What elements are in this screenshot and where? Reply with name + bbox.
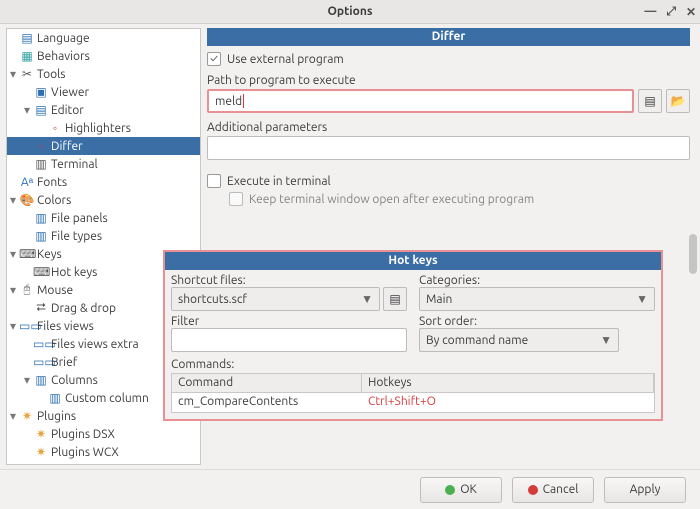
- close-icon[interactable]: ✕: [686, 5, 696, 19]
- terminal-icon: ▥: [33, 157, 49, 171]
- categories-combo[interactable]: Main ▼: [419, 287, 655, 311]
- open-shortcut-file-button[interactable]: ▤: [383, 287, 407, 311]
- document-icon: ▤: [389, 292, 400, 306]
- addl-params-input[interactable]: [207, 136, 690, 160]
- gear-icon: ✷: [33, 463, 49, 465]
- folder-open-icon: 📂: [671, 94, 686, 108]
- path-input[interactable]: meld: [207, 89, 634, 113]
- section-heading-differ: Differ: [207, 28, 690, 46]
- path-label: Path to program to execute: [207, 74, 690, 87]
- sort-order-combo[interactable]: By command name ▼: [419, 328, 619, 352]
- titlebar: Options — ⤢ ✕: [0, 0, 700, 24]
- keep-open-checkbox: [229, 192, 243, 206]
- table-row[interactable]: cm_CompareContents Ctrl+Shift+O: [171, 393, 655, 413]
- keep-open-label: Keep terminal window open after executin…: [249, 193, 534, 206]
- sort-order-label: Sort order:: [419, 315, 655, 328]
- window-icon: ▭▭: [33, 337, 49, 351]
- drag-icon: ⮂: [33, 301, 49, 315]
- keyboard-icon: ⌨: [19, 247, 35, 261]
- path-icon: ▤: [644, 94, 655, 108]
- browse-button[interactable]: 📂: [666, 89, 690, 113]
- window-controls: — ⤢ ✕: [644, 5, 696, 19]
- gear-icon: ✷: [33, 427, 49, 441]
- shortcut-files-combo[interactable]: shortcuts.scf ▼: [171, 287, 380, 311]
- use-external-label: Use external program: [227, 53, 344, 66]
- tree-item-viewer[interactable]: ▾▣Viewer: [7, 83, 200, 101]
- palette-icon: 🎨: [19, 193, 35, 207]
- content-pane: Differ Use external program Path to prog…: [203, 24, 700, 469]
- gear-icon: ✷: [33, 445, 49, 459]
- minimize-icon[interactable]: —: [644, 5, 656, 19]
- use-external-row[interactable]: Use external program: [207, 52, 690, 66]
- cancel-button[interactable]: Cancel: [512, 477, 594, 503]
- dialog-buttons: OK Cancel Apply: [0, 469, 700, 509]
- section-heading-hotkeys: Hot keys: [165, 252, 661, 270]
- exec-terminal-checkbox[interactable]: [207, 174, 221, 188]
- book-icon: ▦: [19, 49, 35, 63]
- panel-icon: ▥: [33, 211, 49, 225]
- col-hotkeys: Hotkeys: [362, 374, 654, 392]
- addl-params-label: Additional parameters: [207, 121, 690, 134]
- chevron-down-icon: ▼: [361, 292, 373, 306]
- keyboard-icon: ⌨: [33, 265, 49, 279]
- mouse-icon: 🖰: [19, 283, 35, 297]
- exec-terminal-label: Execute in terminal: [227, 175, 331, 188]
- globe-icon: ▤: [19, 31, 35, 45]
- panel-icon: ▥: [33, 229, 49, 243]
- columns-icon: ▥: [33, 373, 49, 387]
- use-external-checkbox[interactable]: [207, 52, 221, 66]
- cell-hotkey: Ctrl+Shift+O: [362, 393, 654, 412]
- window-icon: ▭▭: [33, 355, 49, 369]
- columns-icon: ▥: [47, 391, 63, 405]
- table-header: Command Hotkeys: [171, 373, 655, 393]
- gear-icon: ✷: [19, 409, 35, 423]
- tree-item-tools[interactable]: ▾✂Tools: [7, 65, 200, 83]
- tree-item-plugins-dsx[interactable]: ▾✷Plugins DSX: [7, 425, 200, 443]
- tree-item-plugins-wdx[interactable]: ▾✷Plugins WDX: [7, 461, 200, 465]
- ok-icon: [445, 485, 455, 495]
- ok-button[interactable]: OK: [420, 477, 502, 503]
- circle-icon: ◦: [33, 139, 49, 153]
- col-command: Command: [172, 374, 362, 392]
- tree-item-editor[interactable]: ▾▤Editor: [7, 101, 200, 119]
- shortcut-files-label: Shortcut files:: [171, 274, 407, 287]
- tree-item-terminal[interactable]: ▾▥Terminal: [7, 155, 200, 173]
- maximize-icon[interactable]: ⤢: [666, 5, 676, 19]
- apply-button[interactable]: Apply: [604, 477, 686, 503]
- wrench-icon: ✂: [19, 67, 35, 81]
- window-icon: ▭▭: [19, 319, 35, 333]
- tree-item-behaviors[interactable]: ▾▦Behaviors: [7, 47, 200, 65]
- tree-item-language[interactable]: ▾▤Language: [7, 29, 200, 47]
- chevron-down-icon: ▼: [600, 333, 612, 347]
- scrollbar-thumb[interactable]: [689, 234, 697, 274]
- tree-item-differ[interactable]: ▾◦Differ: [7, 137, 200, 155]
- hotkeys-panel: Hot keys Shortcut files: shortcuts.scf ▼…: [163, 250, 663, 421]
- font-icon: Aᵃ: [19, 175, 35, 189]
- cell-command: cm_CompareContents: [172, 393, 362, 412]
- tree-item-plugins-wcx[interactable]: ▾✷Plugins WCX: [7, 443, 200, 461]
- tree-item-colors[interactable]: ▾🎨Colors: [7, 191, 200, 209]
- filter-label: Filter: [171, 315, 407, 328]
- text-cursor: [243, 94, 244, 108]
- page-icon: ▤: [33, 103, 49, 117]
- exec-terminal-row[interactable]: Execute in terminal: [207, 174, 690, 188]
- keep-open-row: Keep terminal window open after executin…: [229, 192, 690, 206]
- tree-item-file-types[interactable]: ▾▥File types: [7, 227, 200, 245]
- tree-item-file-panels[interactable]: ▾▥File panels: [7, 209, 200, 227]
- tree-item-highlighters[interactable]: ▾◦Highlighters: [7, 119, 200, 137]
- cancel-icon: [528, 485, 538, 495]
- content-scrollbar[interactable]: [688, 54, 698, 469]
- commands-label: Commands:: [171, 358, 655, 371]
- relative-path-button[interactable]: ▤: [638, 89, 662, 113]
- eye-icon: ▣: [33, 85, 49, 99]
- categories-label: Categories:: [419, 274, 655, 287]
- circle-icon: ◦: [47, 121, 63, 135]
- window-title: Options: [0, 5, 700, 18]
- chevron-down-icon: ▼: [636, 292, 648, 306]
- commands-table[interactable]: Command Hotkeys cm_CompareContents Ctrl+…: [171, 373, 655, 413]
- filter-input[interactable]: [171, 328, 407, 352]
- tree-item-fonts[interactable]: ▾AᵃFonts: [7, 173, 200, 191]
